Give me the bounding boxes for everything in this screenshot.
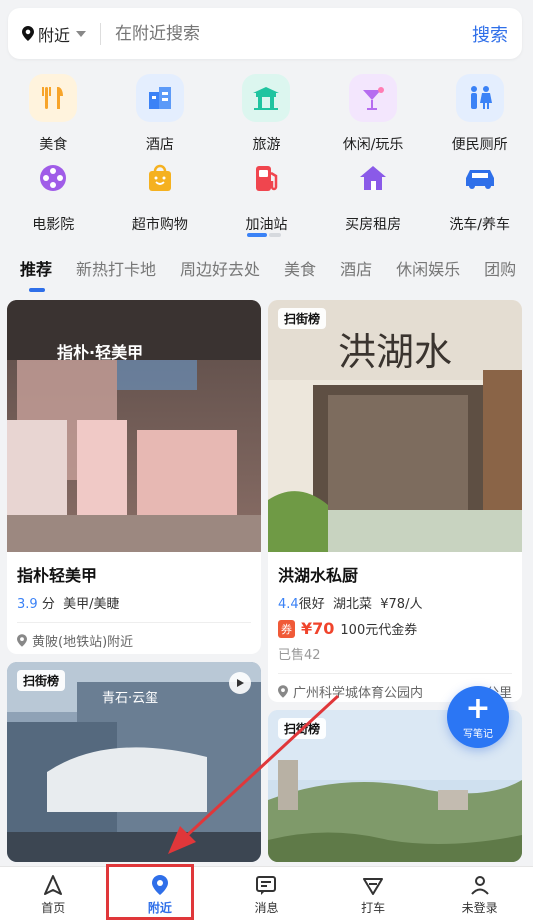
location-selector[interactable]: 附近 <box>22 22 87 46</box>
location-pin-icon <box>17 634 27 647</box>
nav-messages[interactable]: 消息 <box>213 867 320 922</box>
category-gas-station[interactable]: 加油站 <box>213 154 320 234</box>
nav-home[interactable]: 首页 <box>0 867 107 922</box>
category-label: 便民厕所 <box>451 137 508 153</box>
category-housing[interactable]: 买房租房 <box>320 154 427 234</box>
svg-text:青石·云玺: 青石·云玺 <box>102 691 158 706</box>
category-leisure[interactable]: 休闲/玩乐 <box>320 74 427 154</box>
tab-leisure[interactable]: 休闲娱乐 <box>396 256 460 292</box>
location-pin-icon <box>22 26 34 41</box>
category-row-2: 电影院 超市购物 加油站 买房租房 洗车/养车 <box>0 154 533 234</box>
card-title: 洪湖水私厨 <box>278 566 359 585</box>
category-label: 买房租房 <box>345 217 402 233</box>
search-input[interactable] <box>115 23 472 44</box>
plus-icon: + <box>465 690 491 726</box>
svg-text:洪湖水: 洪湖水 <box>338 330 452 374</box>
coupon-price: ¥70 <box>301 619 335 638</box>
food-icon <box>29 74 78 122</box>
category-label: 休闲/玩乐 <box>342 137 404 153</box>
card-coupon[interactable]: 券 ¥70 100元代金券 <box>268 619 522 638</box>
tab-bar: 推荐 新热打卡地 周边好去处 美食 酒店 休闲娱乐 团购 <box>0 256 533 296</box>
hotel-icon <box>135 74 184 122</box>
poi-card[interactable]: 指朴·轻美甲 指朴轻美甲 3.9 分 美甲/美睫 黄陂(地铁站)附近 <box>7 300 261 654</box>
page-indicator <box>247 233 281 237</box>
card-title: 指朴轻美甲 <box>17 566 98 585</box>
category-label: 电影院 <box>32 217 75 233</box>
category-label: 美食 <box>39 137 68 153</box>
search-bar: 附近 搜索 <box>8 8 522 59</box>
message-icon <box>256 876 277 895</box>
search-button[interactable]: 搜索 <box>472 21 508 47</box>
car-icon <box>456 154 504 202</box>
coupon-tag: 券 <box>278 619 295 638</box>
card-rating: 3.9 分 美甲/美睫 <box>17 597 120 612</box>
gas-station-icon <box>242 154 290 202</box>
tab-hotel[interactable]: 酒店 <box>340 256 372 292</box>
toilet-icon <box>455 74 504 122</box>
category-label: 加油站 <box>245 217 288 233</box>
home-icon <box>44 875 63 895</box>
category-cinema[interactable]: 电影院 <box>0 154 107 234</box>
caret-down-icon <box>76 30 87 37</box>
user-icon <box>470 876 489 895</box>
category-label: 酒店 <box>145 137 174 153</box>
category-label: 超市购物 <box>131 217 188 233</box>
tab-recommend[interactable]: 推荐 <box>20 256 52 292</box>
travel-icon <box>242 74 291 122</box>
ranking-badge: 扫街榜 <box>17 670 66 691</box>
coupon-desc: 100元代金券 <box>340 623 418 638</box>
film-icon <box>29 154 77 202</box>
category-label: 旅游 <box>252 137 281 153</box>
taxi-icon <box>363 878 384 895</box>
annotation-arrow <box>168 694 340 854</box>
nav-profile[interactable]: 未登录 <box>426 867 533 922</box>
nav-taxi[interactable]: 打车 <box>320 867 427 922</box>
category-label: 洗车/养车 <box>449 217 511 233</box>
location-label: 附近 <box>38 25 71 45</box>
category-grid: 美食 酒店 旅游 休闲/玩乐 便民厕所 电影院 超市购物 加油站 买房租房 洗车… <box>0 66 533 246</box>
tab-food[interactable]: 美食 <box>284 256 316 292</box>
poi-card[interactable]: 洪湖水 扫街榜 洪湖水私厨 4.4很好 湖北菜 ¥78/人 券 ¥70 100元… <box>268 300 522 702</box>
cocktail-icon <box>349 74 398 122</box>
bottom-nav: 首页 附近 消息 打车 未登录 <box>0 866 533 922</box>
card-rating: 4.4很好 湖北菜 ¥78/人 <box>278 597 423 612</box>
ranking-badge: 扫街榜 <box>278 308 327 329</box>
divider <box>100 22 102 45</box>
write-note-button[interactable]: + 写笔记 <box>447 686 509 748</box>
category-toilet[interactable]: 便民厕所 <box>426 74 533 154</box>
category-travel[interactable]: 旅游 <box>213 74 320 154</box>
card-photo: 指朴·轻美甲 <box>7 300 261 552</box>
category-carwash[interactable]: 洗车/养车 <box>426 154 533 234</box>
category-shopping[interactable]: 超市购物 <box>107 154 214 234</box>
shopping-bag-icon <box>136 154 184 202</box>
fab-label: 写笔记 <box>463 728 493 740</box>
tab-group-buy[interactable]: 团购 <box>484 256 516 292</box>
category-food[interactable]: 美食 <box>0 74 107 154</box>
card-photo: 洪湖水 扫街榜 <box>268 300 522 552</box>
tab-nearby-places[interactable]: 周边好去处 <box>180 256 260 292</box>
tab-new-hot[interactable]: 新热打卡地 <box>76 256 156 292</box>
sold-count: 已售42 <box>278 648 321 663</box>
category-row-1: 美食 酒店 旅游 休闲/玩乐 便民厕所 <box>0 74 533 154</box>
svg-text:指朴·轻美甲: 指朴·轻美甲 <box>57 343 143 362</box>
house-icon <box>349 154 397 202</box>
category-hotel[interactable]: 酒店 <box>107 74 214 154</box>
annotation-highlight-box <box>106 864 194 920</box>
card-location: 黄陂(地铁站)附近 <box>7 631 261 650</box>
